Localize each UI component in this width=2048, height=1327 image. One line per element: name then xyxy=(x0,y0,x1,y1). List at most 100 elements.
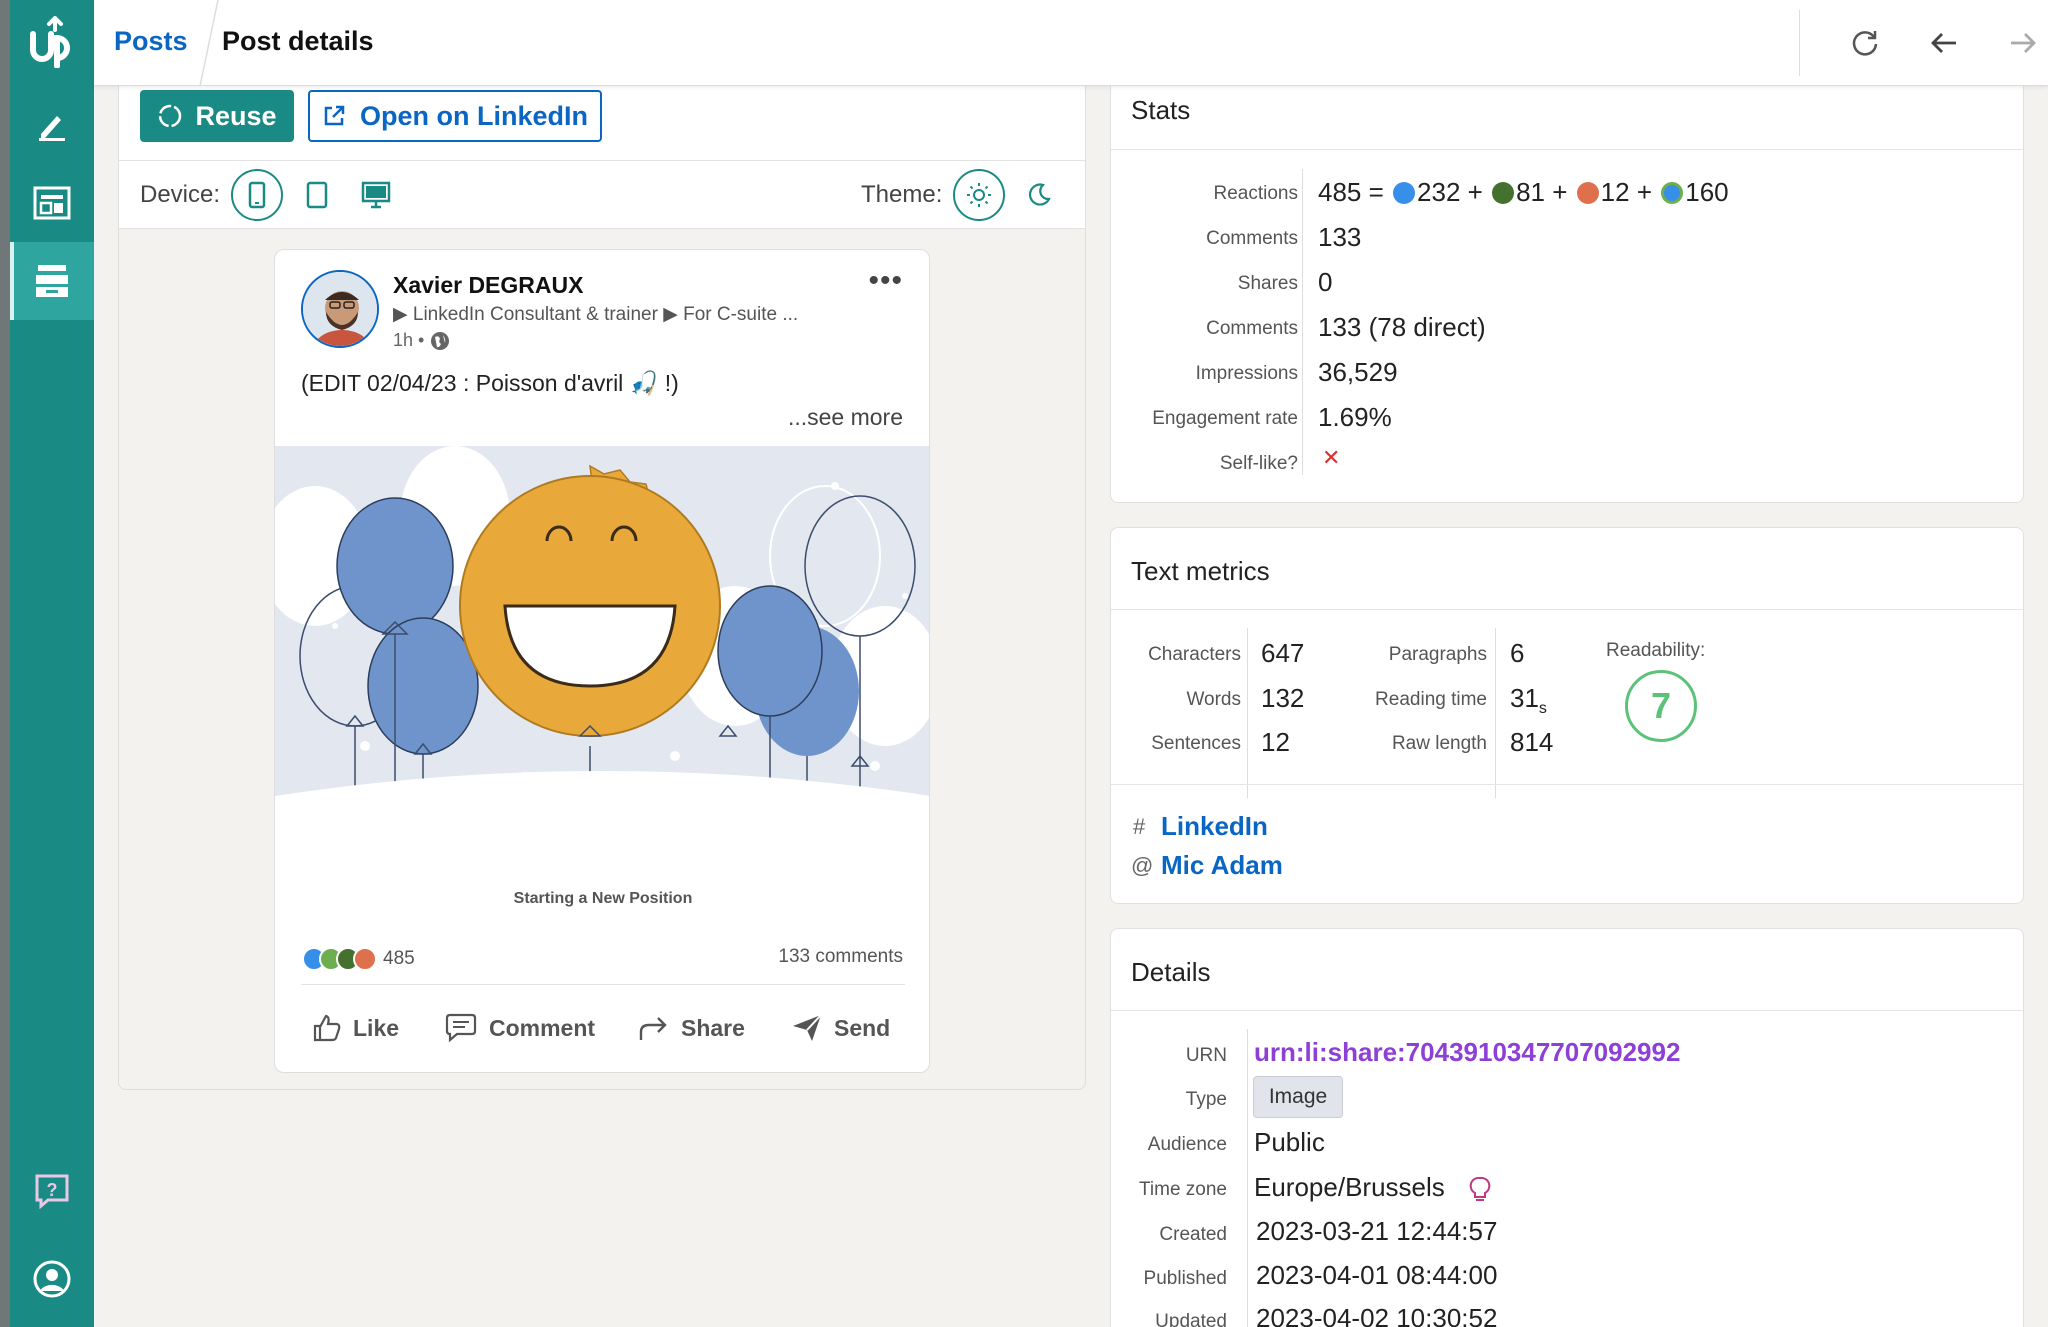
metric-label: Words xyxy=(1186,689,1241,710)
more-options-icon[interactable]: ••• xyxy=(868,264,903,298)
stat-label: Engagement rate xyxy=(1152,408,1298,429)
top-bar: Posts Post details xyxy=(94,0,2048,86)
metric-value: 647 xyxy=(1261,638,1305,668)
mention-link[interactable]: Mic Adam xyxy=(1161,850,1283,881)
metric-label: Sentences xyxy=(1151,733,1241,754)
metric-value: 31s xyxy=(1510,683,1547,718)
created-value: 2023-03-21 12:44:57 xyxy=(1256,1216,1498,1246)
compose-icon[interactable] xyxy=(10,86,94,164)
comment-button[interactable]: Comment xyxy=(443,1012,595,1044)
page-title: Post details xyxy=(222,26,374,56)
readability-score: 7 xyxy=(1650,685,1672,726)
stats-divider xyxy=(1111,149,2023,150)
hashtag-prefix: # xyxy=(1133,814,1146,839)
theme-label: Theme: xyxy=(861,181,943,208)
breadcrumb-posts[interactable]: Posts xyxy=(114,26,188,57)
archive-icon[interactable] xyxy=(10,242,94,320)
detail-label: URN xyxy=(1185,1045,1227,1066)
profile-icon[interactable] xyxy=(10,1240,94,1318)
metric-value: 132 xyxy=(1261,683,1305,713)
help-icon[interactable]: ? xyxy=(10,1152,94,1230)
plus-sign: + xyxy=(1552,177,1568,207)
stat-value: 1.69% xyxy=(1318,402,1392,432)
stats-title: Stats xyxy=(1131,95,1191,125)
device-mobile-button[interactable] xyxy=(231,169,283,221)
comments-count-link[interactable]: 133 comments xyxy=(778,946,903,968)
plus-sign: + xyxy=(1636,177,1652,207)
refresh-icon[interactable] xyxy=(1844,22,1886,64)
external-link-icon xyxy=(324,105,345,126)
svg-text:?: ? xyxy=(47,1180,58,1200)
linkedin-post-card: Xavier DEGRAUX ▶ LinkedIn Consultant & t… xyxy=(274,249,930,1073)
dashboard-icon[interactable] xyxy=(10,164,94,242)
metric-value: 6 xyxy=(1510,638,1525,668)
toolbar-divider xyxy=(1799,10,1800,76)
metric-label: Paragraphs xyxy=(1388,644,1487,665)
stat-label: Shares xyxy=(1237,273,1298,294)
mention-prefix: @ xyxy=(1131,853,1154,878)
globe-icon xyxy=(431,331,450,350)
device-tablet-button[interactable] xyxy=(297,175,337,215)
stat-label: Self-like? xyxy=(1219,453,1298,474)
metric-value: 12 xyxy=(1261,727,1290,757)
detail-label: Updated xyxy=(1155,1311,1227,1327)
like-count: 232 xyxy=(1417,177,1461,207)
theme-light-button[interactable] xyxy=(953,169,1005,221)
moon-icon xyxy=(1028,183,1051,206)
updated-value: 2023-04-02 10:30:52 xyxy=(1256,1303,1498,1327)
share-button[interactable]: Share xyxy=(637,1012,745,1044)
like-icon xyxy=(313,1014,341,1042)
send-icon xyxy=(793,1014,822,1041)
back-arrow-icon[interactable] xyxy=(1923,22,1965,64)
metric-value: 814 xyxy=(1510,727,1554,757)
desktop-icon xyxy=(361,181,391,209)
image-caption: Starting a New Position xyxy=(513,890,693,907)
share-label: Share xyxy=(681,1014,745,1041)
post-image[interactable] xyxy=(275,446,929,840)
tablet-icon xyxy=(306,181,328,209)
lightbulb-icon[interactable] xyxy=(1469,1176,1491,1204)
device-bar: Device: Theme: xyxy=(119,161,1085,229)
reactions-count: 485 xyxy=(383,948,415,969)
celebrate-reaction-icon xyxy=(1661,182,1684,204)
window-edge xyxy=(0,0,10,1327)
reaction-summary[interactable]: 485 xyxy=(301,946,415,972)
avatar[interactable] xyxy=(301,270,379,348)
metric-label: Reading time xyxy=(1375,689,1487,710)
details-divider xyxy=(1111,1010,2023,1011)
theme-dark-button[interactable] xyxy=(1019,175,1059,215)
send-button[interactable]: Send xyxy=(790,1012,890,1044)
tags-divider xyxy=(1111,784,2023,785)
celebrate-count: 160 xyxy=(1685,177,1729,207)
urn-link[interactable]: urn:li:share:7043910347707092992 xyxy=(1254,1037,1680,1068)
hashtag-link[interactable]: LinkedIn xyxy=(1161,811,1268,842)
app-logo[interactable] xyxy=(10,0,94,84)
forward-arrow-icon[interactable] xyxy=(2002,22,2044,64)
reuse-button-label: Reuse xyxy=(195,100,277,131)
stats-column-line xyxy=(1302,169,1303,475)
see-more-link[interactable]: ...see more xyxy=(788,404,903,431)
divider xyxy=(301,984,905,985)
reading-time-value: 31 xyxy=(1510,683,1539,713)
stat-value: 0 xyxy=(1318,267,1333,297)
post-text: (EDIT 02/04/23 : Poisson d'avril 🎣 !) xyxy=(301,370,679,396)
readability-label: Readability: xyxy=(1606,640,1706,661)
reuse-button[interactable]: Reuse xyxy=(140,90,294,142)
sun-icon xyxy=(967,183,991,207)
author-name[interactable]: Xavier DEGRAUX xyxy=(393,272,583,299)
stats-card: Stats Reactions 485 = 232 + 81 + 12 + 16… xyxy=(1110,60,2024,503)
reuse-icon xyxy=(159,104,182,128)
share-icon xyxy=(639,1017,667,1040)
detail-label: Time zone xyxy=(1139,1179,1227,1200)
caption-area xyxy=(275,840,929,930)
stat-value: 133 xyxy=(1318,222,1362,252)
text-metrics-card: Text metrics Characters 647 Words 132 Se… xyxy=(1110,527,2024,904)
love-reaction-icon xyxy=(1576,182,1599,204)
device-desktop-button[interactable] xyxy=(356,175,396,215)
like-button[interactable]: Like xyxy=(311,1012,399,1044)
details-card: Details URN urn:li:share:704391034770709… xyxy=(1110,928,2024,1327)
metric-label: Characters xyxy=(1148,644,1241,665)
open-on-linkedin-button[interactable]: Open on LinkedIn xyxy=(308,90,602,142)
metrics-column-line xyxy=(1495,628,1496,798)
post-preview-panel: Reuse Open on LinkedIn Device: Theme: Xa… xyxy=(118,60,1086,1090)
